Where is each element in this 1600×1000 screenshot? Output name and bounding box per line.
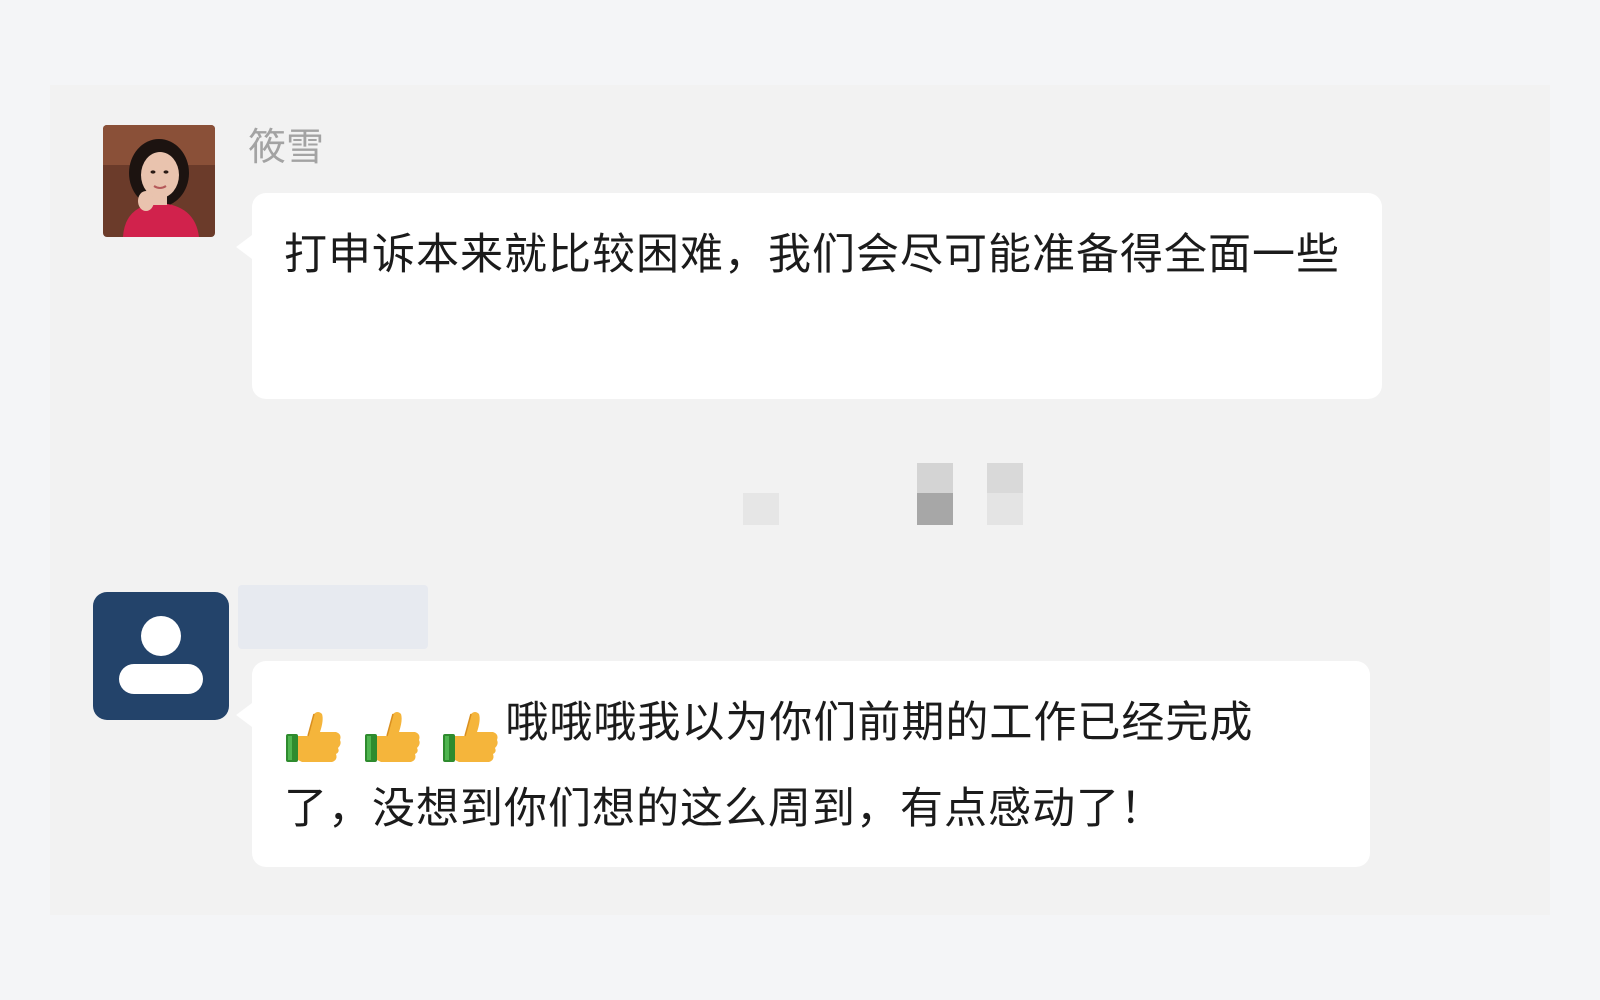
message-bubble[interactable]: 打申诉本来就比较困难，我们会尽可能准备得全面一些: [236, 193, 1382, 399]
sender-name-redacted: [238, 585, 428, 649]
message-bubble[interactable]: 哦哦哦我以为你们前期的工作已经完成了，没想到你们想的这么周到，有点感动了！: [236, 661, 1370, 867]
emoji-group: [284, 695, 505, 771]
avatar-photo-image: [103, 125, 215, 237]
sender-name: 筱雪: [248, 125, 325, 169]
thumbs-up-icon: [443, 711, 499, 762]
avatar[interactable]: [93, 592, 229, 720]
avatar[interactable]: [103, 125, 215, 237]
chat-panel: 筱雪 打申诉本来就比较困难，我们会尽可能准备得全面一些 哦哦哦我以为你们前期的工…: [50, 85, 1550, 915]
thumbs-up-icon: [364, 711, 420, 762]
user-icon: [119, 616, 203, 694]
thumbs-up-icon: [286, 711, 341, 762]
message-text: 打申诉本来就比较困难，我们会尽可能准备得全面一些: [284, 230, 1340, 280]
pixelated-timestamp: [743, 463, 1043, 533]
